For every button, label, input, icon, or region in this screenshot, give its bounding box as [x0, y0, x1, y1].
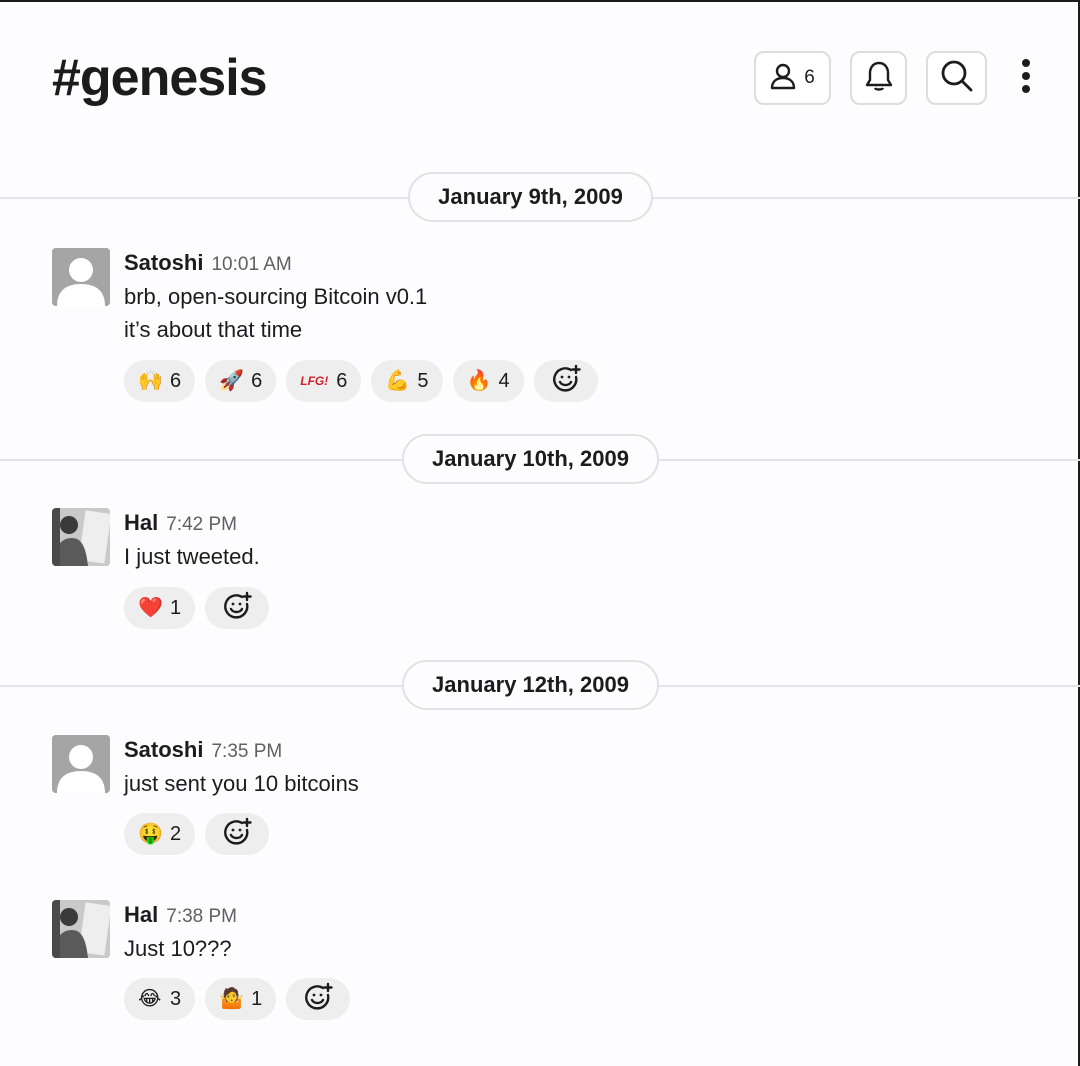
person-icon: [770, 62, 796, 95]
reaction-rocket[interactable]: 🚀 6: [205, 360, 277, 402]
reaction-count: 3: [170, 987, 182, 1010]
reactions-bar: 😂 3 🤷 1: [124, 978, 351, 1020]
avatar[interactable]: [52, 508, 110, 566]
add-reaction-button[interactable]: [286, 978, 351, 1020]
reactions-bar: 🙌 6 🚀 6 LFG! 6 💪 5 🔥 4: [124, 360, 598, 402]
reaction-count: 1: [251, 987, 263, 1010]
bell-icon: [864, 60, 894, 97]
photo-avatar-icon: [52, 900, 110, 958]
notifications-button[interactable]: [850, 51, 907, 105]
money-mouth-emoji: 🤑: [138, 823, 163, 845]
reaction-count: 6: [170, 369, 182, 392]
message: Hal 7:42 PM I just tweeted. ❤️ 1: [52, 508, 1032, 638]
message-header: Satoshi 10:01 AM: [124, 250, 292, 276]
reaction-count: 4: [498, 369, 510, 392]
author-name[interactable]: Satoshi: [124, 250, 203, 276]
reaction-count: 1: [170, 596, 182, 619]
reaction-count: 6: [251, 369, 263, 392]
add-reaction-icon: [222, 591, 252, 626]
search-button[interactable]: [926, 51, 987, 105]
reaction-lfg[interactable]: LFG! 6: [286, 360, 362, 402]
reaction-count: 6: [336, 369, 348, 392]
default-avatar-icon: [52, 248, 110, 306]
add-reaction-icon: [303, 982, 333, 1017]
add-reaction-icon: [222, 817, 252, 852]
author-name[interactable]: Hal: [124, 510, 158, 536]
rocket-emoji: 🚀: [219, 370, 245, 392]
reaction-fire[interactable]: 🔥 4: [452, 360, 524, 402]
add-reaction-icon: [551, 364, 581, 399]
shrug-emoji: 🤷: [219, 988, 245, 1010]
message: Satoshi 10:01 AM brb, open-sourcing Bitc…: [52, 248, 1032, 408]
author-name[interactable]: Satoshi: [124, 737, 203, 763]
avatar[interactable]: [52, 248, 110, 306]
reaction-shrug[interactable]: 🤷 1: [205, 978, 277, 1020]
date-pill[interactable]: January 12th, 2009: [402, 660, 659, 710]
date-divider: January 9th, 2009: [0, 172, 1080, 222]
reaction-tears-of-joy[interactable]: 😂 3: [124, 978, 196, 1020]
reaction-count: 5: [417, 369, 429, 392]
lfg-emoji: LFG!: [300, 374, 329, 388]
reaction-raised-hands[interactable]: 🙌 6: [124, 360, 196, 402]
reaction-flexed-biceps[interactable]: 💪 5: [371, 360, 443, 402]
date-divider: January 10th, 2009: [0, 434, 1080, 484]
heart-emoji: ❤️: [138, 597, 163, 619]
avatar[interactable]: [52, 900, 110, 958]
date-divider: January 12th, 2009: [0, 660, 1080, 710]
tears-of-joy-emoji: 😂: [138, 988, 162, 1010]
reaction-heart[interactable]: ❤️ 1: [124, 587, 196, 629]
add-reaction-button[interactable]: [533, 360, 598, 402]
timestamp[interactable]: 7:38 PM: [166, 906, 237, 928]
kebab-menu-icon: [1021, 58, 1031, 99]
date-pill[interactable]: January 10th, 2009: [402, 434, 659, 484]
message-text: it’s about that time: [124, 317, 303, 342]
channel-title: #genesis: [52, 49, 268, 107]
message-text: just sent you 10 bitcoins: [124, 771, 359, 796]
members-count: 6: [804, 67, 815, 88]
add-reaction-button[interactable]: [205, 587, 270, 629]
fire-emoji: 🔥: [466, 370, 492, 392]
flexed-biceps-emoji: 💪: [385, 370, 411, 392]
reactions-bar: ❤️ 1: [124, 587, 270, 629]
reaction-count: 2: [170, 822, 182, 845]
timestamp[interactable]: 10:01 AM: [211, 254, 291, 276]
author-name[interactable]: Hal: [124, 902, 158, 928]
message: Hal 7:38 PM Just 10??? 😂 3 🤷 1: [52, 900, 1032, 1030]
avatar[interactable]: [52, 735, 110, 793]
default-avatar-icon: [52, 735, 110, 793]
add-reaction-button[interactable]: [205, 813, 270, 855]
members-button[interactable]: 6: [754, 51, 831, 105]
more-options-button[interactable]: [1010, 58, 1042, 98]
message-text: I just tweeted.: [124, 544, 260, 569]
message-header: Hal 7:42 PM: [124, 510, 237, 536]
reaction-money-mouth[interactable]: 🤑 2: [124, 813, 196, 855]
channel-view: #genesis 6 January 9th, 2009 Satoshi 10:…: [0, 0, 1080, 1066]
message: Satoshi 7:35 PM just sent you 10 bitcoin…: [52, 735, 1032, 865]
search-icon: [940, 59, 974, 98]
timestamp[interactable]: 7:42 PM: [166, 514, 237, 536]
message-text: brb, open-sourcing Bitcoin v0.1: [124, 284, 428, 309]
message-header: Hal 7:38 PM: [124, 902, 237, 928]
message-header: Satoshi 7:35 PM: [124, 737, 282, 763]
raised-hands-emoji: 🙌: [138, 370, 163, 392]
message-text: Just 10???: [124, 936, 232, 961]
timestamp[interactable]: 7:35 PM: [211, 741, 282, 763]
reactions-bar: 🤑 2: [124, 813, 270, 855]
date-pill[interactable]: January 9th, 2009: [408, 172, 653, 222]
photo-avatar-icon: [52, 508, 110, 566]
